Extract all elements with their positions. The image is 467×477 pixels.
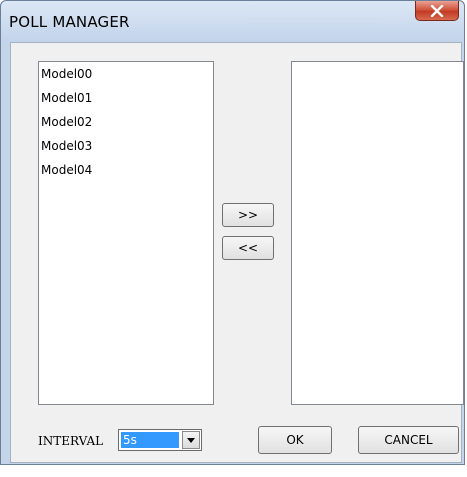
list-item[interactable]: Model00	[39, 65, 213, 89]
cancel-button[interactable]: CANCEL	[358, 426, 459, 454]
poll-manager-dialog: POLL MANAGER Model00 Model01 Model02 Mod…	[0, 0, 465, 465]
dialog-body: Model00 Model01 Model02 Model03 Model04 …	[10, 42, 464, 463]
polled-models-list[interactable]	[291, 61, 464, 405]
list-item[interactable]: Model03	[39, 137, 213, 161]
list-item[interactable]: Model04	[39, 161, 213, 185]
close-button[interactable]	[415, 1, 459, 21]
remove-from-poll-button[interactable]: <<	[222, 236, 274, 260]
list-item[interactable]: Model01	[39, 89, 213, 113]
close-x-icon	[430, 4, 444, 17]
add-to-poll-button[interactable]: >>	[222, 203, 274, 227]
available-models-list[interactable]: Model00 Model01 Model02 Model03 Model04	[38, 61, 214, 405]
list-item[interactable]: Model02	[39, 113, 213, 137]
interval-selected-value[interactable]: 5s	[121, 432, 179, 448]
title-bar[interactable]: POLL MANAGER	[1, 1, 464, 41]
dropdown-button[interactable]	[182, 431, 200, 449]
chevron-down-icon	[187, 437, 195, 443]
window-title: POLL MANAGER	[9, 13, 130, 31]
interval-label: INTERVAL	[38, 434, 104, 448]
ok-button[interactable]: OK	[258, 426, 332, 454]
interval-select[interactable]: 5s	[118, 429, 202, 451]
